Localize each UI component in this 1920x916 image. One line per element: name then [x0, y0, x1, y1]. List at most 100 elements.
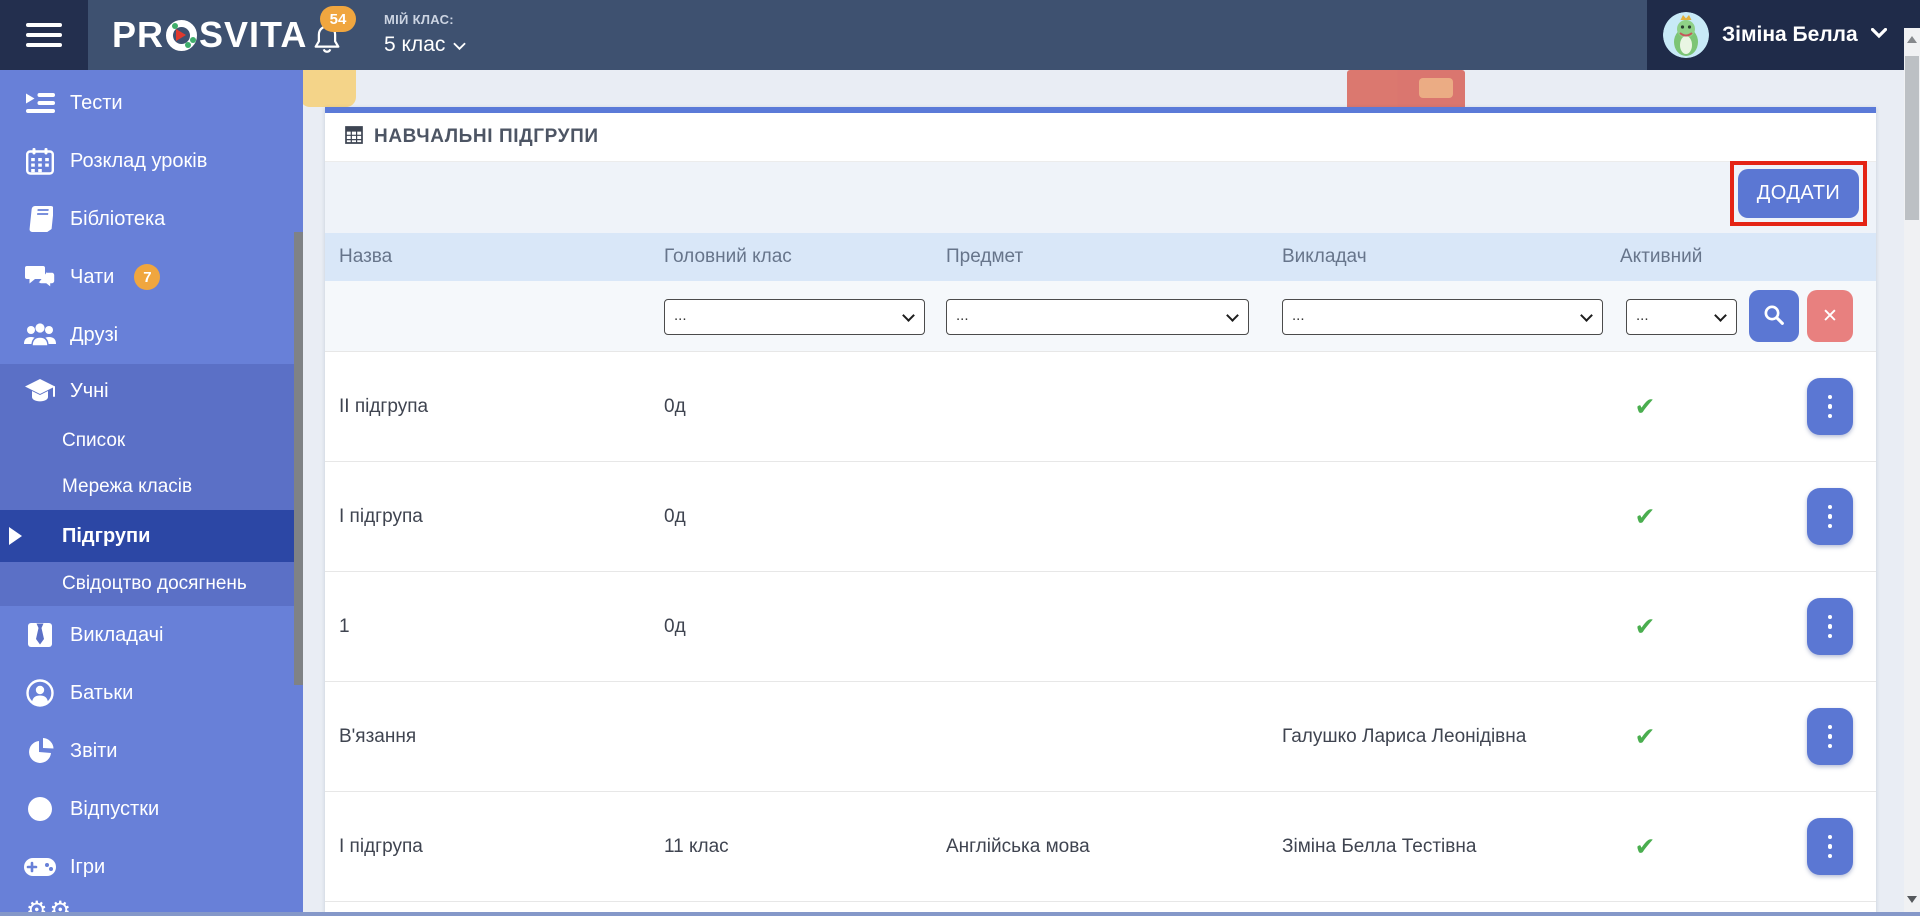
chats-count-badge: 7	[134, 264, 160, 290]
filter-active-select[interactable]: ...	[1626, 299, 1737, 335]
sidebar-item-games[interactable]: Ігри	[0, 838, 303, 896]
cell-teacher: Галушко Лариса Леонідівна	[1282, 726, 1526, 748]
column-header-name: Назва	[339, 233, 392, 281]
card-header: НАВЧАЛЬНІ ПІДГРУПИ	[325, 113, 1876, 162]
column-header-main-class: Головний клас	[664, 233, 792, 281]
screen: PR SVITA 54 МІЙ КЛАС: 5 клас	[0, 0, 1920, 916]
brand-logo[interactable]: PR SVITA	[112, 0, 307, 70]
search-button[interactable]	[1749, 290, 1799, 342]
search-icon	[1763, 304, 1785, 329]
scroll-up-arrow-icon[interactable]	[1907, 36, 1917, 43]
sidebar-item-schedule[interactable]: Розклад уроків	[0, 132, 303, 190]
sidebar-item-chats[interactable]: Чати 7	[0, 248, 303, 306]
cell-name: І підгрупа	[339, 836, 423, 858]
row-actions-button[interactable]	[1807, 488, 1853, 545]
sidebar-item-label: Викладачі	[70, 624, 164, 647]
top-header: PR SVITA 54 МІЙ КЛАС: 5 клас	[0, 0, 1920, 70]
cell-name: В'язання	[339, 726, 416, 748]
calendar-icon	[24, 148, 56, 175]
user-name: Зіміна Белла	[1722, 23, 1858, 47]
sidebar-item-tests[interactable]: Тести	[0, 74, 303, 132]
sidebar-item-label: Бібліотека	[70, 208, 165, 231]
class-selector[interactable]: МІЙ КЛАС: 5 клас	[384, 12, 466, 57]
cell-main-class: 11 клас	[664, 836, 729, 858]
card-toolbar	[325, 162, 1876, 233]
table-row: В'язання Галушко Лариса Леонідівна ✔	[325, 682, 1876, 792]
sidebar-item-teachers[interactable]: Викладачі	[0, 606, 303, 664]
sidebar-item-label: Чати	[70, 266, 114, 289]
row-actions-button[interactable]	[1807, 818, 1853, 875]
logo-o-icon	[166, 20, 197, 51]
chevron-down-icon	[1226, 309, 1239, 322]
row-actions-button[interactable]	[1807, 708, 1853, 765]
sidebar-item-parents[interactable]: Батьки	[0, 664, 303, 722]
circle-icon	[24, 796, 56, 822]
chevron-down-icon	[1871, 26, 1887, 44]
row-actions-button[interactable]	[1807, 598, 1853, 655]
table-header-row: Назва Головний клас Предмет Викладач Акт…	[325, 233, 1876, 281]
chat-bubbles-icon	[24, 265, 56, 289]
filter-teacher-select[interactable]: ...	[1282, 299, 1603, 335]
active-check-icon: ✔	[1625, 612, 1665, 642]
row-actions-button[interactable]	[1807, 378, 1853, 435]
sidebar-item-label: Звіти	[70, 740, 117, 763]
sidebar-subitem-list[interactable]: Список	[0, 418, 303, 464]
cell-main-class: 0д	[664, 396, 686, 418]
brand-text-post: SVITA	[199, 14, 307, 56]
active-check-icon: ✔	[1625, 722, 1665, 752]
menu-toggle-button[interactable]	[0, 0, 88, 70]
clear-filters-button[interactable]: ✕	[1807, 290, 1853, 342]
user-menu[interactable]: Зіміна Белла	[1647, 0, 1920, 70]
my-class-label: МІЙ КЛАС:	[384, 12, 466, 27]
sidebar-item-library[interactable]: Бібліотека	[0, 190, 303, 248]
main-content: НАВЧАЛЬНІ ПІДГРУПИ ДОДАТИ Назва Головний…	[303, 70, 1920, 916]
sidebar-item-label: Ігри	[70, 856, 105, 879]
decor-yellow-shape	[300, 70, 356, 107]
sidebar-subitem-label: Підгрупи	[62, 525, 150, 548]
graduation-cap-icon	[24, 378, 56, 404]
filter-subject-select[interactable]: ...	[946, 299, 1249, 335]
sidebar-item-label: Розклад уроків	[70, 150, 207, 173]
gamepad-icon	[24, 857, 56, 877]
scroll-down-arrow-icon[interactable]	[1907, 896, 1917, 903]
sidebar-subitem-label: Свідоцтво досягнень	[62, 573, 247, 595]
brand-text-pre: PR	[112, 14, 164, 56]
sidebar-subitem-subgroups[interactable]: Підгрупи	[0, 510, 303, 562]
active-check-icon: ✔	[1625, 392, 1665, 422]
notification-count-badge: 54	[320, 6, 356, 32]
sidebar-item-label: Учні	[70, 380, 109, 403]
decor-red-shape	[1347, 70, 1465, 107]
sidebar-subitem-achievement-certificate[interactable]: Свідоцтво досягнень	[0, 562, 303, 606]
sidebar: Тести Розклад уроків	[0, 70, 303, 916]
filter-main-class-select[interactable]: ...	[664, 299, 925, 335]
table-filter-row: ... ... ... ...	[325, 281, 1876, 352]
table-grid-icon	[345, 126, 363, 149]
notifications-bell-button[interactable]: 54	[310, 0, 366, 70]
sidebar-item-friends[interactable]: Друзі	[0, 306, 303, 364]
column-header-active: Активний	[1620, 233, 1702, 281]
cell-name: І підгрупа	[339, 506, 423, 528]
sidebar-item-vacations[interactable]: Відпустки	[0, 780, 303, 838]
column-header-teacher: Викладач	[1282, 233, 1367, 281]
sidebar-item-students[interactable]: Учні	[0, 364, 303, 418]
table-row: 1 0д ✔	[325, 572, 1876, 682]
chevron-down-icon	[1714, 309, 1727, 322]
active-check-icon: ✔	[1625, 502, 1665, 532]
scrollbar-thumb[interactable]	[1905, 56, 1919, 220]
sidebar-item-reports[interactable]: Звіти	[0, 722, 303, 780]
subgroups-card: НАВЧАЛЬНІ ПІДГРУПИ ДОДАТИ Назва Головний…	[325, 107, 1876, 916]
cell-name: 1	[339, 616, 350, 638]
add-button[interactable]: ДОДАТИ	[1738, 169, 1859, 218]
cell-main-class: 0д	[664, 506, 686, 528]
cell-subject: Англійська мова	[946, 836, 1090, 858]
sidebar-subitem-class-network[interactable]: Мережа класів	[0, 464, 303, 510]
window-scrollbar[interactable]	[1904, 28, 1920, 916]
sidebar-item-label: Відпустки	[70, 798, 159, 821]
table-row: І підгрупа 11 клас Англійська мова Зімін…	[325, 792, 1876, 902]
sidebar-item-label: Батьки	[70, 682, 133, 705]
table-row: І підгрупа 0д ✔	[325, 462, 1876, 572]
sidebar-scrollbar-thumb[interactable]	[294, 232, 303, 685]
add-button-highlight: ДОДАТИ	[1730, 161, 1867, 226]
page-title: НАВЧАЛЬНІ ПІДГРУПИ	[374, 126, 599, 148]
sidebar-section-students: Учні Список Мережа класів Підгрупи Свідо…	[0, 364, 303, 606]
